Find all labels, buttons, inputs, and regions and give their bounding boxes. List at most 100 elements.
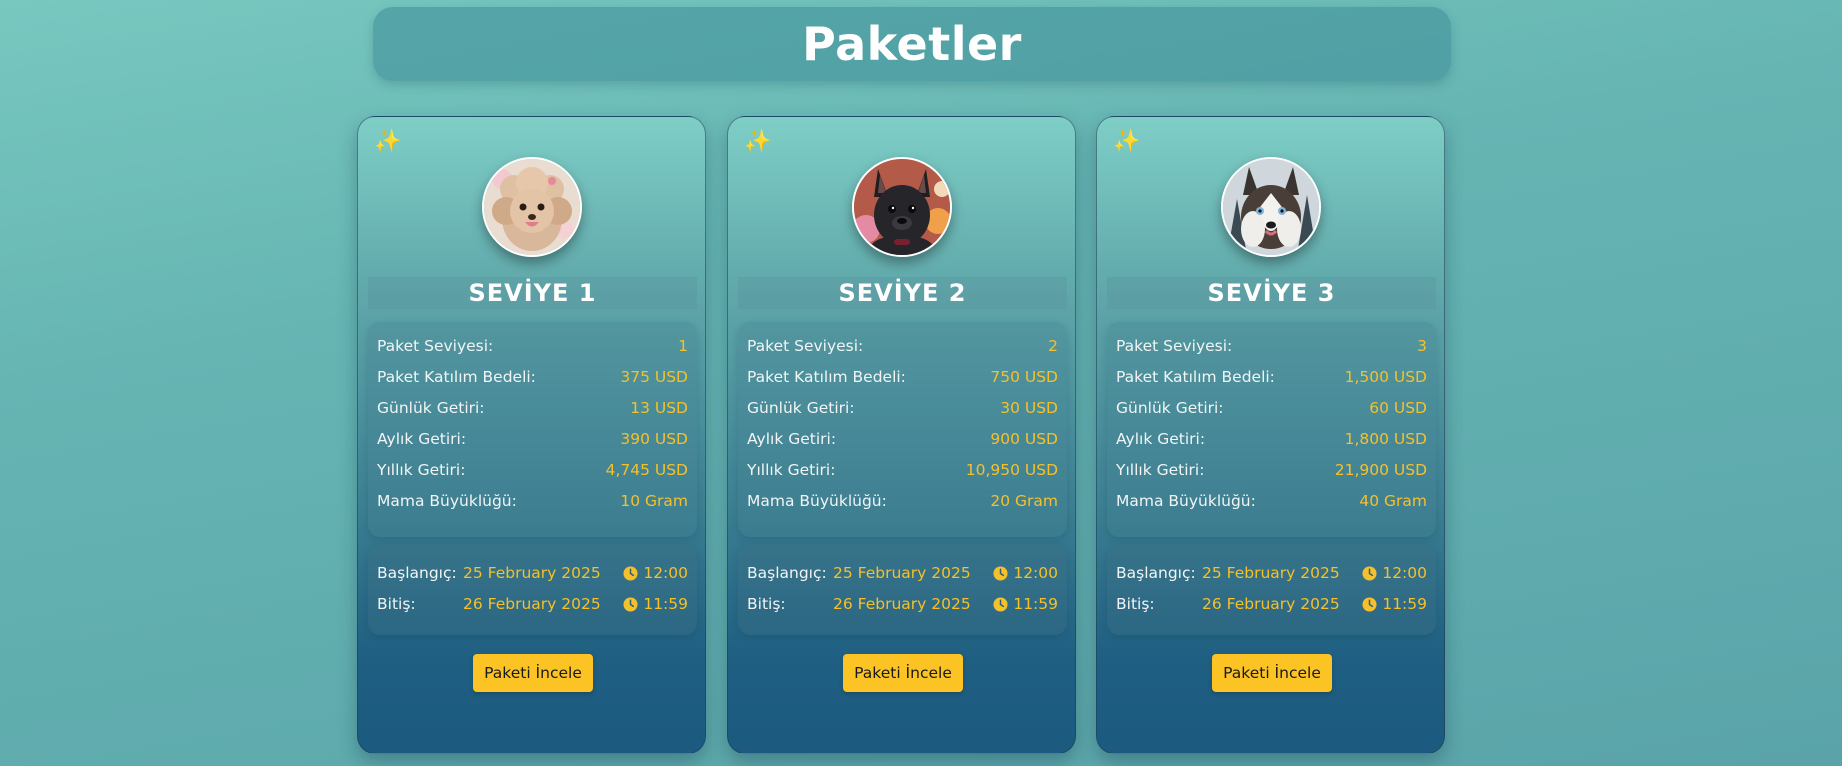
info-label: Günlük Getiri: xyxy=(747,399,855,417)
info-label: Günlük Getiri: xyxy=(377,399,485,417)
end-date: 26 February 2025 xyxy=(1202,595,1340,613)
info-row: Paket Seviyesi: 3 xyxy=(1116,334,1427,358)
view-package-button[interactable]: Paketi İncele xyxy=(843,654,963,692)
info-label: Paket Seviyesi: xyxy=(377,337,494,355)
info-value: 390 USD xyxy=(620,430,688,448)
end-time: 11:59 xyxy=(1013,595,1058,613)
package-info-box: Paket Seviyesi: 1 Paket Katılım Bedeli: 37… xyxy=(368,322,697,537)
info-label: Günlük Getiri: xyxy=(1116,399,1224,417)
end-label: Bitiş: xyxy=(1116,595,1155,613)
info-label: Yıllık Getiri: xyxy=(747,461,836,479)
end-date: 26 February 2025 xyxy=(833,595,971,613)
info-value: 20 Gram xyxy=(990,492,1058,510)
end-time-group: 11:59 xyxy=(993,595,1058,613)
page-title: Paketler xyxy=(802,17,1022,71)
info-row: Paket Katılım Bedeli: 1,500 USD xyxy=(1116,365,1427,389)
start-row: Başlangıç: 25 February 2025 12:00 xyxy=(747,561,1058,585)
start-date: 25 February 2025 xyxy=(463,564,601,582)
package-card-2: ✨ SEVİYE 2 Paket Seviyesi: 2 Paket Katılı… xyxy=(727,116,1076,754)
info-value: 1,500 USD xyxy=(1344,368,1427,386)
info-value: 4,745 USD xyxy=(605,461,688,479)
info-value: 10 Gram xyxy=(620,492,688,510)
start-time-group: 12:00 xyxy=(1362,564,1427,582)
package-card-3: ✨ SEVİYE 3 Paket Seviyesi: 3 Paket Katılı… xyxy=(1096,116,1445,754)
package-card-1: ✨ SEVİYE 1 Paket Seviyesi: 1 Paket Katılı… xyxy=(357,116,706,754)
info-row: Aylık Getiri: 900 USD xyxy=(747,427,1058,451)
info-row: Yıllık Getiri: 21,900 USD xyxy=(1116,458,1427,482)
end-time-group: 11:59 xyxy=(623,595,688,613)
husky-avatar xyxy=(1221,157,1321,257)
view-package-button[interactable]: Paketi İncele xyxy=(473,654,593,692)
start-time: 12:00 xyxy=(643,564,688,582)
info-value: 1 xyxy=(678,337,688,355)
page-header: Paketler xyxy=(373,7,1451,81)
clock-icon xyxy=(1362,596,1377,612)
sparkles-icon: ✨ xyxy=(1113,129,1141,154)
start-label: Başlangıç: xyxy=(377,564,457,582)
info-value: 1,800 USD xyxy=(1344,430,1427,448)
info-row: Mama Büyüklüğü: 40 Gram xyxy=(1116,489,1427,513)
info-label: Mama Büyüklüğü: xyxy=(377,492,517,510)
info-value: 21,900 USD xyxy=(1334,461,1427,479)
sparkles-icon: ✨ xyxy=(374,129,402,154)
clock-icon xyxy=(993,596,1008,612)
info-value: 375 USD xyxy=(620,368,688,386)
package-info-box: Paket Seviyesi: 3 Paket Katılım Bedeli: 1,… xyxy=(1107,322,1436,537)
info-label: Yıllık Getiri: xyxy=(377,461,466,479)
info-label: Paket Seviyesi: xyxy=(1116,337,1233,355)
info-label: Paket Katılım Bedeli: xyxy=(747,368,906,386)
info-value: 60 USD xyxy=(1369,399,1427,417)
info-value: 2 xyxy=(1048,337,1058,355)
clock-icon xyxy=(1362,565,1377,581)
info-label: Mama Büyüklüğü: xyxy=(747,492,887,510)
info-label: Aylık Getiri: xyxy=(377,430,467,448)
info-row: Mama Büyüklüğü: 10 Gram xyxy=(377,489,688,513)
end-label: Bitiş: xyxy=(377,595,416,613)
start-time: 12:00 xyxy=(1013,564,1058,582)
info-label: Paket Katılım Bedeli: xyxy=(377,368,536,386)
level-title: SEVİYE 3 xyxy=(1207,279,1336,307)
clock-icon xyxy=(623,565,638,581)
info-row: Günlük Getiri: 60 USD xyxy=(1116,396,1427,420)
info-row: Paket Katılım Bedeli: 750 USD xyxy=(747,365,1058,389)
start-time-group: 12:00 xyxy=(993,564,1058,582)
end-time: 11:59 xyxy=(1382,595,1427,613)
level-title: SEVİYE 1 xyxy=(468,279,597,307)
info-row: Yıllık Getiri: 4,745 USD xyxy=(377,458,688,482)
level-title-bar: SEVİYE 1 xyxy=(368,277,697,309)
end-row: Bitiş: 26 February 2025 11:59 xyxy=(1116,592,1427,616)
french-bulldog-avatar xyxy=(852,157,952,257)
date-box: Başlangıç: 25 February 2025 12:00 Bitiş:… xyxy=(368,544,697,635)
start-time: 12:00 xyxy=(1382,564,1427,582)
info-row: Mama Büyüklüğü: 20 Gram xyxy=(747,489,1058,513)
clock-icon xyxy=(623,596,638,612)
info-value: 30 USD xyxy=(1000,399,1058,417)
info-row: Paket Katılım Bedeli: 375 USD xyxy=(377,365,688,389)
start-label: Başlangıç: xyxy=(1116,564,1196,582)
info-label: Aylık Getiri: xyxy=(747,430,837,448)
info-value: 10,950 USD xyxy=(965,461,1058,479)
clock-icon xyxy=(993,565,1008,581)
start-date: 25 February 2025 xyxy=(1202,564,1340,582)
info-label: Mama Büyüklüğü: xyxy=(1116,492,1256,510)
level-title: SEVİYE 2 xyxy=(838,279,967,307)
info-value: 750 USD xyxy=(990,368,1058,386)
info-value: 900 USD xyxy=(990,430,1058,448)
end-row: Bitiş: 26 February 2025 11:59 xyxy=(377,592,688,616)
info-row: Paket Seviyesi: 2 xyxy=(747,334,1058,358)
date-box: Başlangıç: 25 February 2025 12:00 Bitiş:… xyxy=(738,544,1067,635)
poodle-avatar xyxy=(482,157,582,257)
end-label: Bitiş: xyxy=(747,595,786,613)
info-row: Günlük Getiri: 13 USD xyxy=(377,396,688,420)
end-row: Bitiş: 26 February 2025 11:59 xyxy=(747,592,1058,616)
package-info-box: Paket Seviyesi: 2 Paket Katılım Bedeli: 75… xyxy=(738,322,1067,537)
info-row: Aylık Getiri: 390 USD xyxy=(377,427,688,451)
start-row: Başlangıç: 25 February 2025 12:00 xyxy=(377,561,688,585)
start-date: 25 February 2025 xyxy=(833,564,971,582)
info-label: Paket Katılım Bedeli: xyxy=(1116,368,1275,386)
view-package-button[interactable]: Paketi İncele xyxy=(1212,654,1332,692)
start-label: Başlangıç: xyxy=(747,564,827,582)
info-value: 3 xyxy=(1417,337,1427,355)
info-row: Günlük Getiri: 30 USD xyxy=(747,396,1058,420)
date-box: Başlangıç: 25 February 2025 12:00 Bitiş:… xyxy=(1107,544,1436,635)
